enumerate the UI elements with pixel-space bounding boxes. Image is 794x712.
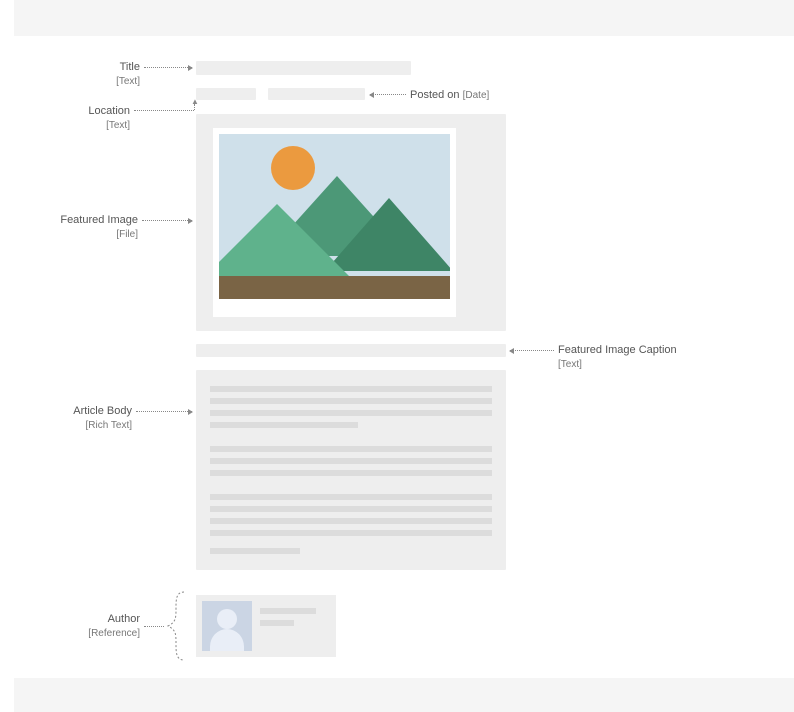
label-caption-name: Featured Image Caption: [558, 344, 677, 356]
label-caption-type: [Text]: [558, 359, 582, 370]
label-location-name: Location: [88, 105, 130, 117]
label-featured-image: Featured Image [File]: [38, 213, 138, 242]
label-article-body: Article Body [Rich Text]: [42, 404, 132, 433]
label-article-body-type: [Rich Text]: [86, 420, 133, 431]
bottom-bar: [14, 678, 794, 712]
label-author-name: Author: [108, 613, 140, 625]
label-featured-image-name: Featured Image: [60, 214, 138, 226]
label-location: Location [Text]: [70, 104, 130, 133]
postedon-placeholder: [268, 88, 365, 100]
label-location-type: [Text]: [106, 120, 130, 131]
label-author-type: [Reference]: [88, 628, 140, 639]
label-postedon-name: Posted on: [410, 89, 460, 101]
label-featured-image-type: [File]: [116, 229, 138, 240]
label-author: Author [Reference]: [60, 612, 140, 641]
author-avatar: [202, 601, 252, 651]
title-placeholder: [196, 61, 411, 75]
label-postedon: Posted on [Date]: [410, 88, 489, 102]
diagram-container: Title [Text] Location [Text] ▲ Posted on…: [0, 0, 794, 712]
label-title-type: [Text]: [116, 76, 140, 87]
author-brace-icon: [162, 590, 190, 662]
label-title-name: Title: [120, 61, 140, 73]
label-postedon-type: [Date]: [463, 90, 490, 101]
caption-placeholder: [196, 344, 506, 357]
location-placeholder: [196, 88, 256, 100]
label-title: Title [Text]: [80, 60, 140, 89]
label-caption: Featured Image Caption [Text]: [558, 343, 677, 372]
featured-image-illustration: [213, 128, 456, 317]
top-bar: [14, 0, 794, 36]
label-article-body-name: Article Body: [73, 405, 132, 417]
